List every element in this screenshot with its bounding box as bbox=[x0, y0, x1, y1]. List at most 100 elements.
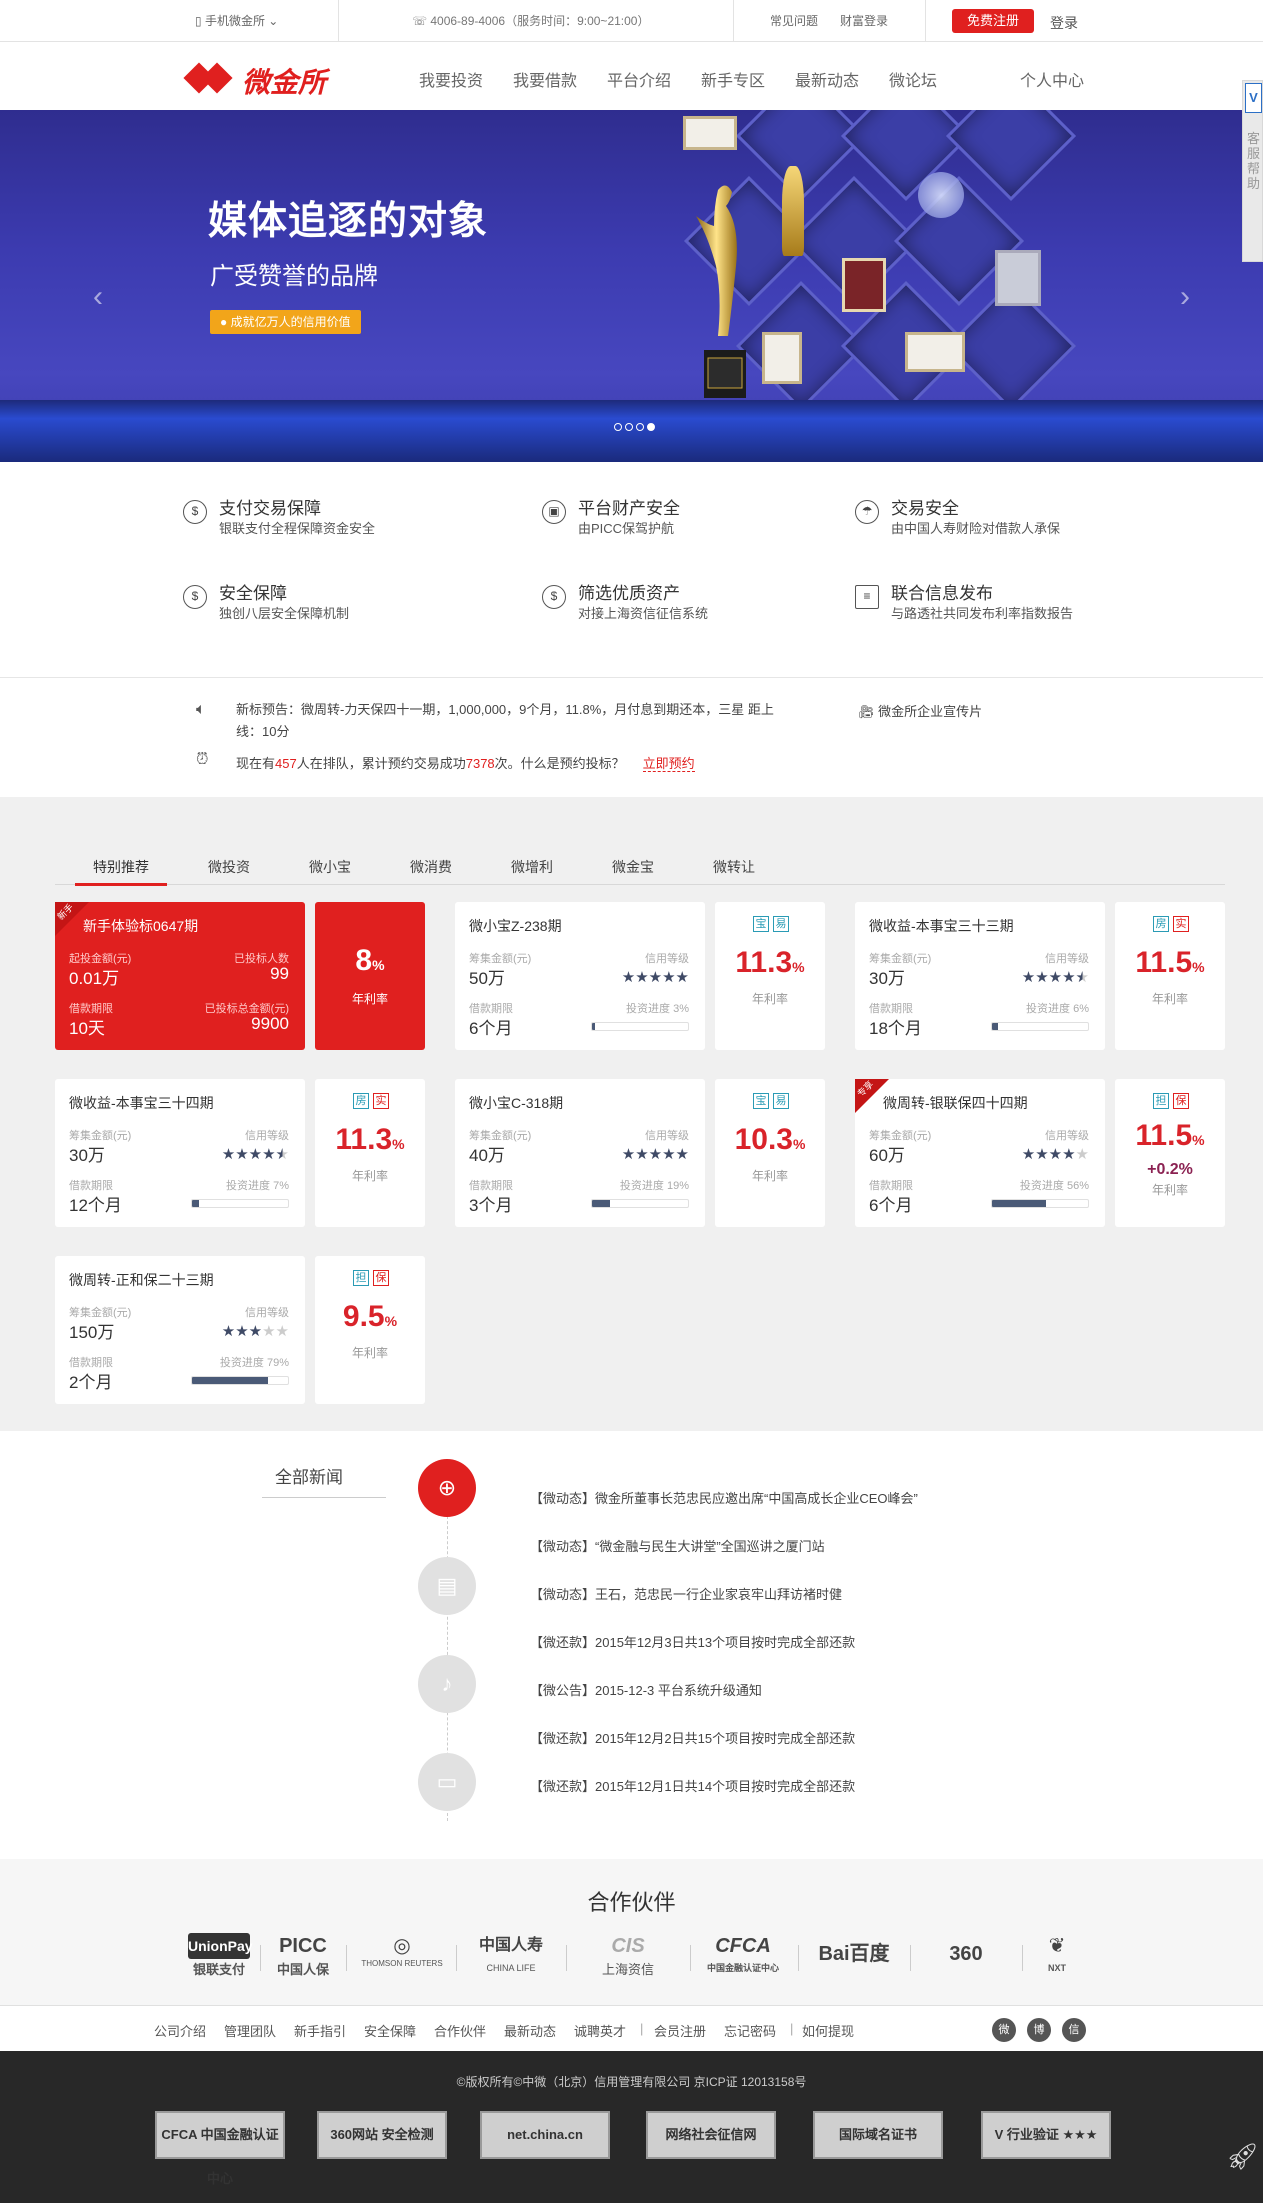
nav-borrow[interactable]: 我要借款 bbox=[513, 67, 577, 91]
card-rate-panel[interactable]: 房实 11.5% 年利率 bbox=[1115, 902, 1225, 1050]
cert-badge[interactable]: 国际域名证书 bbox=[813, 2111, 943, 2159]
footer-link[interactable]: 忘记密码 bbox=[724, 2021, 776, 2040]
china-life-logo[interactable]: 中国人寿 CHINA LIFE bbox=[466, 1933, 556, 1981]
cert-badge[interactable]: CFCA 中国金融认证中心 bbox=[155, 2111, 285, 2186]
reserve-now-link[interactable]: 立即预约 bbox=[642, 756, 695, 772]
cert-badge[interactable]: 360网站 安全检测 bbox=[317, 2111, 447, 2159]
news-item[interactable]: 【微还款】2015年12月2日共15个项目按时完成全部还款 bbox=[530, 1728, 855, 1747]
360-logo[interactable]: 360 bbox=[918, 1941, 1014, 1989]
card-main[interactable]: 微收益-本事宝三十三期 筹集金额(元) 30万 信用等级 ★★★★★ 借款期限 18个月 投资… bbox=[855, 902, 1105, 1050]
nav-platform[interactable]: 平台介绍 bbox=[607, 67, 671, 91]
banner-prev-arrow[interactable]: ‹ bbox=[93, 280, 103, 314]
weixin-icon[interactable]: 信 bbox=[1062, 2018, 1086, 2042]
hero-banner[interactable]: 媒体追逐的对象 广受赞誉的品牌 ● 成就亿万人的信用价值 ‹ › bbox=[0, 110, 1263, 462]
back-to-top-rocket-icon[interactable]: 🚀︎ bbox=[1226, 2141, 1259, 2172]
product-card[interactable]: 微周转-正和保二十三期 筹集金额(元) 150万 信用等级 ★★★★★ 借款期限 2个月 投资… bbox=[55, 1256, 425, 1404]
weibo-icon[interactable]: 博 bbox=[1027, 2018, 1051, 2042]
nav-news[interactable]: 最新动态 bbox=[795, 67, 859, 91]
product-card[interactable]: 新手体验标0647期 起投金额(元) 0.01万 已投标人数 99 借款期限 10天 已投标总… bbox=[55, 902, 425, 1050]
card-main[interactable]: 微收益-本事宝三十四期 筹集金额(元) 30万 信用等级 ★★★★★ 借款期限 12个月 投资… bbox=[55, 1079, 305, 1227]
banner-next-arrow[interactable]: › bbox=[1180, 280, 1190, 314]
card-rate-panel[interactable]: 房实 11.3% 年利率 bbox=[315, 1079, 425, 1227]
v-verified-icon[interactable]: V bbox=[1245, 83, 1262, 113]
nav-forum[interactable]: 微论坛 bbox=[889, 67, 937, 91]
news-item[interactable]: 【微动态】微金所董事长范忠民应邀出席“中国高成长企业CEO峰会” bbox=[530, 1488, 918, 1507]
tab-micro-treasure[interactable]: 微小宝 bbox=[309, 857, 351, 877]
footer-link[interactable]: 新手指引 bbox=[294, 2021, 346, 2040]
banner-dot[interactable] bbox=[625, 423, 633, 431]
tab-micro-transfer[interactable]: 微转让 bbox=[713, 857, 755, 877]
card-main[interactable]: 新手体验标0647期 起投金额(元) 0.01万 已投标人数 99 借款期限 10天 已投标总… bbox=[55, 902, 305, 1050]
tab-micro-invest[interactable]: 微投资 bbox=[208, 857, 250, 877]
cert-badge[interactable]: net.china.cn bbox=[480, 2111, 610, 2159]
footer-link[interactable]: 诚聘英才 bbox=[574, 2021, 626, 2040]
product-card[interactable]: 微周转-银联保四十四期 筹集金额(元) 60万 信用等级 ★★★★★ 借款期限 6个月 投资进… bbox=[855, 1079, 1225, 1227]
unionpay-logo[interactable]: UnionPay 银联支付 bbox=[188, 1933, 253, 1981]
wechat-icon[interactable]: 微 bbox=[992, 2018, 1016, 2042]
card-main[interactable]: 微周转-正和保二十三期 筹集金额(元) 150万 信用等级 ★★★★★ 借款期限 2个月 投资… bbox=[55, 1256, 305, 1404]
news-item[interactable]: 【微还款】2015年12月1日共14个项目按时完成全部还款 bbox=[530, 1776, 855, 1795]
footer-link[interactable]: 最新动态 bbox=[504, 2021, 556, 2040]
shanghai-credit-logo[interactable]: CIS 上海资信 bbox=[576, 1933, 680, 1981]
footer-link[interactable]: 管理团队 bbox=[224, 2021, 276, 2040]
product-card[interactable]: 微收益-本事宝三十四期 筹集金额(元) 30万 信用等级 ★★★★★ 借款期限 12个月 投资… bbox=[55, 1079, 425, 1227]
nav-newcomer[interactable]: 新手专区 bbox=[701, 67, 765, 91]
product-card[interactable]: 微小宝Z-238期 筹集金额(元) 50万 信用等级 ★★★★★ 借款期限 6个月 投资进度 … bbox=[455, 902, 825, 1050]
thomson-reuters-logo[interactable]: ◎ THOMSON REUTERS bbox=[356, 1933, 448, 1981]
register-button[interactable]: 免费注册 bbox=[952, 9, 1034, 33]
picc-logo[interactable]: PICC 中国人保 bbox=[270, 1933, 336, 1981]
product-card[interactable]: 微小宝C-318期 筹集金额(元) 40万 信用等级 ★★★★★ 借款期限 3个月 投资进度 … bbox=[455, 1079, 825, 1227]
promo-video-link[interactable]: 🎥︎ 微金所企业宣传片 bbox=[858, 701, 982, 720]
cert-badge[interactable]: 网络社会征信网 bbox=[646, 2111, 776, 2159]
logo[interactable]: 微金所 bbox=[183, 59, 344, 99]
product-name[interactable]: 微小宝C-318期 bbox=[469, 1093, 563, 1113]
footer-link[interactable]: 会员注册 bbox=[654, 2021, 706, 2040]
microphone-icon[interactable]: ♪ bbox=[418, 1655, 476, 1713]
baidu-logo[interactable]: Bai百度 bbox=[806, 1941, 902, 1989]
tab-featured[interactable]: 特别推荐 bbox=[75, 857, 167, 886]
cert-badge[interactable]: V 行业验证 ★★★ bbox=[981, 2111, 1111, 2159]
product-name[interactable]: 微收益-本事宝三十三期 bbox=[869, 916, 1014, 936]
news-item[interactable]: 【微动态】王石，范忠民一行企业家哀牢山拜访褚时健 bbox=[530, 1584, 842, 1603]
card-rate-panel[interactable]: 担保 11.5% +0.2% 年利率 bbox=[1115, 1079, 1225, 1227]
news-item[interactable]: 【微动态】“微金融与民生大讲堂”全国巡讲之厦门站 bbox=[530, 1536, 825, 1555]
tab-micro-consume[interactable]: 微消费 bbox=[410, 857, 452, 877]
banner-dot[interactable] bbox=[614, 423, 622, 431]
news-item[interactable]: 【微还款】2015年12月3日共13个项目按时完成全部还款 bbox=[530, 1632, 855, 1651]
mobile-app-link[interactable]: ▯ 手机微金所 ⌄ bbox=[195, 12, 278, 29]
product-name[interactable]: 微小宝Z-238期 bbox=[469, 916, 562, 936]
tab-micro-profit[interactable]: 微增利 bbox=[511, 857, 553, 877]
login-link[interactable]: 登录 bbox=[1050, 13, 1078, 33]
faq-link[interactable]: 常见问题 bbox=[770, 12, 818, 29]
nav-account[interactable]: 个人中心 bbox=[1020, 67, 1084, 91]
wealth-login-link[interactable]: 财富登录 bbox=[840, 12, 888, 29]
footer-link[interactable]: 公司介绍 bbox=[154, 2021, 206, 2040]
card-main[interactable]: 微小宝Z-238期 筹集金额(元) 50万 信用等级 ★★★★★ 借款期限 6个月 投资进度 … bbox=[455, 902, 705, 1050]
footer-link[interactable]: 安全保障 bbox=[364, 2021, 416, 2040]
card-rate-panel[interactable]: 宝易 10.3% 年利率 bbox=[715, 1079, 825, 1227]
globe-icon[interactable]: ⊕ bbox=[418, 1459, 476, 1517]
cfca-logo[interactable]: CFCA 中国金融认证中心 bbox=[698, 1933, 788, 1981]
banner-dot-active[interactable] bbox=[647, 423, 655, 431]
product-name[interactable]: 新手体验标0647期 bbox=[83, 916, 198, 936]
product-name[interactable]: 微周转-银联保四十四期 bbox=[883, 1093, 1028, 1113]
card-main[interactable]: 微周转-银联保四十四期 筹集金额(元) 60万 信用等级 ★★★★★ 借款期限 6个月 投资进… bbox=[855, 1079, 1105, 1227]
footer-link[interactable]: 如何提现 bbox=[802, 2021, 854, 2040]
nav-invest[interactable]: 我要投资 bbox=[419, 67, 483, 91]
card-rate-panel[interactable]: 宝易 11.3% 年利率 bbox=[715, 902, 825, 1050]
card-main[interactable]: 微小宝C-318期 筹集金额(元) 40万 信用等级 ★★★★★ 借款期限 3个月 投资进度 … bbox=[455, 1079, 705, 1227]
nxt-logo[interactable]: ❦ NXT bbox=[1030, 1933, 1084, 1981]
news-item[interactable]: 【微公告】2015-12-3 平台系统升级通知 bbox=[530, 1680, 762, 1699]
footer-link[interactable]: 合作伙伴 bbox=[434, 2021, 486, 2040]
product-card[interactable]: 微收益-本事宝三十三期 筹集金额(元) 30万 信用等级 ★★★★★ 借款期限 18个月 投资… bbox=[855, 902, 1225, 1050]
banner-dot[interactable] bbox=[636, 423, 644, 431]
card-rate-panel[interactable]: 担保 9.5% 年利率 bbox=[315, 1256, 425, 1404]
service-float[interactable]: V 客服帮助 bbox=[1242, 80, 1263, 262]
newspaper-icon[interactable]: ▤ bbox=[418, 1557, 476, 1615]
tab-micro-gold[interactable]: 微金宝 bbox=[612, 857, 654, 877]
queue-suffix[interactable]: 次。什么是预约投标？ bbox=[495, 756, 625, 771]
product-name[interactable]: 微周转-正和保二十三期 bbox=[69, 1270, 214, 1290]
card-rate-panel[interactable]: 8% 年利率 bbox=[315, 902, 425, 1050]
presentation-icon[interactable]: ▭ bbox=[418, 1753, 476, 1811]
product-name[interactable]: 微收益-本事宝三十四期 bbox=[69, 1093, 214, 1113]
